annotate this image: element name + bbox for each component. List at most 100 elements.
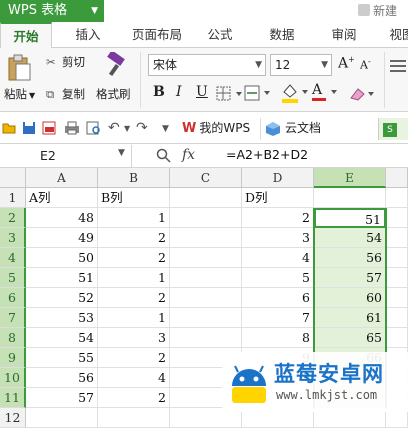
cell-e8[interactable]: 65 — [314, 328, 386, 348]
search-icon[interactable] — [156, 148, 172, 164]
chevron-down-icon[interactable]: ▼ — [118, 148, 125, 158]
name-box[interactable]: E2 — [0, 145, 132, 167]
cell-b2[interactable]: 1 — [98, 208, 170, 228]
cell-c3[interactable] — [170, 228, 242, 248]
borders-icon[interactable] — [216, 86, 246, 102]
cell-a7[interactable]: 53 — [26, 308, 98, 328]
cell-d2[interactable]: 2 — [242, 208, 314, 228]
row-header[interactable]: 7 — [0, 308, 26, 328]
doc-tab-my-wps[interactable]: W 我的WPS — [182, 118, 250, 140]
cell-a6[interactable]: 52 — [26, 288, 98, 308]
redo-icon[interactable]: ↷ — [136, 120, 148, 136]
font-color-button[interactable]: A — [312, 82, 326, 101]
shrink-font-button[interactable]: A- — [360, 57, 371, 72]
save-icon[interactable] — [22, 121, 36, 135]
cell-b1[interactable]: B列 — [98, 188, 170, 208]
cell-e6[interactable]: 60 — [314, 288, 386, 308]
cell-f4[interactable] — [386, 248, 408, 268]
cell-e5[interactable]: 57 — [314, 268, 386, 288]
cell-d7[interactable]: 7 — [242, 308, 314, 328]
underline-button[interactable]: U — [196, 84, 208, 100]
cell-f7[interactable] — [386, 308, 408, 328]
cell-b11[interactable]: 2 — [98, 388, 170, 408]
row-header[interactable]: 8 — [0, 328, 26, 348]
tab-view[interactable]: 视图 — [384, 22, 408, 48]
wps-app-menu-button[interactable]: WPS 表格 ▼ — [0, 0, 104, 22]
cell-f6[interactable] — [386, 288, 408, 308]
doc-tab-cloud[interactable]: 云文档 — [260, 118, 321, 140]
cell-a4[interactable]: 50 — [26, 248, 98, 268]
paste-icon[interactable] — [6, 54, 32, 82]
cell-b10[interactable]: 4 — [98, 368, 170, 388]
undo-icon[interactable]: ↶ — [108, 120, 120, 136]
tab-data[interactable]: 数据 — [260, 22, 304, 48]
cut-button[interactable]: ✂ 剪切 — [46, 54, 85, 70]
print-preview-icon[interactable] — [86, 121, 102, 135]
copy-button[interactable]: ⧉ 复制 — [46, 86, 85, 102]
cell-d4[interactable]: 4 — [242, 248, 314, 268]
bold-button[interactable]: B — [153, 84, 165, 100]
row-header[interactable]: 12 — [0, 408, 26, 428]
row-header[interactable]: 4 — [0, 248, 26, 268]
print-icon[interactable] — [64, 121, 80, 135]
cell-c4[interactable] — [170, 248, 242, 268]
cell-b5[interactable]: 1 — [98, 268, 170, 288]
new-tab-button[interactable]: 新建 — [358, 2, 397, 19]
doc-tab-active-sheet[interactable]: S — [378, 118, 408, 140]
insert-function-button[interactable]: fx — [182, 147, 195, 163]
cell-e3[interactable]: 54 — [314, 228, 386, 248]
cell-b3[interactable]: 2 — [98, 228, 170, 248]
cell-b9[interactable]: 2 — [98, 348, 170, 368]
chevron-down-icon[interactable]: ▼ — [124, 124, 130, 133]
row-header[interactable]: 10 — [0, 368, 26, 388]
cell-e1[interactable] — [314, 188, 386, 208]
cell-b8[interactable]: 3 — [98, 328, 170, 348]
formula-input[interactable]: =A2+B2+D2 — [226, 147, 308, 162]
cell-d6[interactable]: 6 — [242, 288, 314, 308]
tab-review[interactable]: 审阅 — [322, 22, 366, 48]
column-header-b[interactable]: B — [98, 168, 170, 188]
cell-c2[interactable] — [170, 208, 242, 228]
italic-button[interactable]: I — [176, 84, 182, 100]
cell-d1[interactable]: D列 — [242, 188, 314, 208]
cell-c5[interactable] — [170, 268, 242, 288]
cell-f2[interactable] — [386, 208, 408, 228]
cell-f5[interactable] — [386, 268, 408, 288]
align-group[interactable] — [388, 54, 408, 110]
cell-b7[interactable]: 1 — [98, 308, 170, 328]
row-header[interactable]: 1 — [0, 188, 26, 208]
cell-a10[interactable]: 56 — [26, 368, 98, 388]
row-header[interactable]: 9 — [0, 348, 26, 368]
export-pdf-icon[interactable] — [42, 121, 58, 135]
format-painter-button[interactable]: 格式刷 — [96, 86, 131, 102]
grow-font-button[interactable]: A+ — [338, 55, 355, 72]
paste-button[interactable]: 粘贴 ▼ — [4, 86, 35, 102]
cell-c8[interactable] — [170, 328, 242, 348]
cell-c7[interactable] — [170, 308, 242, 328]
cell-f1[interactable] — [386, 188, 408, 208]
cell-a5[interactable]: 51 — [26, 268, 98, 288]
row-header[interactable]: 5 — [0, 268, 26, 288]
cell-e2-active[interactable]: 51 — [314, 208, 386, 228]
font-size-select[interactable]: 12 ▼ — [270, 54, 332, 76]
cell-d8[interactable]: 8 — [242, 328, 314, 348]
row-header[interactable]: 2 — [0, 208, 26, 228]
column-header-f[interactable] — [386, 168, 408, 188]
fill-color-icon[interactable] — [280, 82, 314, 104]
font-name-select[interactable]: 宋体 ▼ — [148, 54, 266, 76]
tab-home[interactable]: 开始 — [0, 22, 52, 48]
open-folder-icon[interactable] — [2, 121, 16, 135]
row-header[interactable]: 6 — [0, 288, 26, 308]
cell-a9[interactable]: 55 — [26, 348, 98, 368]
cell-a8[interactable]: 54 — [26, 328, 98, 348]
tab-insert[interactable]: 插入 — [64, 22, 112, 48]
cell-a12[interactable] — [26, 408, 98, 428]
cell-d5[interactable]: 5 — [242, 268, 314, 288]
cell-a2[interactable]: 48 — [26, 208, 98, 228]
tab-page-layout[interactable]: 页面布局 — [124, 22, 190, 48]
column-header-a[interactable]: A — [26, 168, 98, 188]
tab-formulas[interactable]: 公式 — [198, 22, 242, 48]
cell-c6[interactable] — [170, 288, 242, 308]
cell-a11[interactable]: 57 — [26, 388, 98, 408]
row-header[interactable]: 11 — [0, 388, 26, 408]
